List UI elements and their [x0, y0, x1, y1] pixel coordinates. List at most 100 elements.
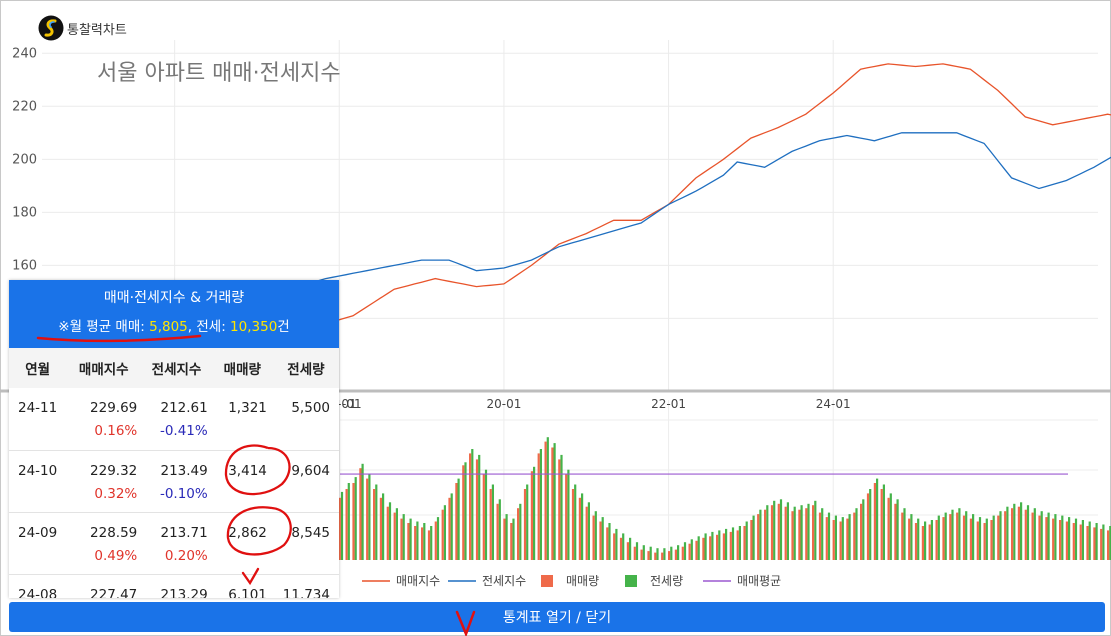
- bar-jeonse: [1033, 508, 1036, 560]
- col-header-month: 연월: [25, 362, 51, 378]
- subtitle-prefix: ※월 평균 매매:: [58, 319, 150, 335]
- bar-jeonse: [1081, 520, 1084, 560]
- bar-sale: [469, 453, 472, 560]
- row-jeonse-volume: 5,500: [291, 400, 330, 416]
- bar-jeonse: [457, 478, 460, 560]
- row-jeonse-volume: 11,734: [282, 586, 330, 599]
- bar-sale: [544, 441, 547, 560]
- bar-jeonse: [827, 512, 831, 560]
- bar-jeonse: [354, 477, 357, 560]
- bar-jeonse: [539, 449, 542, 560]
- bar-sale: [908, 518, 911, 560]
- bar-jeonse: [478, 454, 481, 560]
- bar-sale: [674, 549, 677, 560]
- bar-jeonse: [965, 511, 968, 560]
- bar-sale: [606, 527, 609, 560]
- bar-jeonse: [368, 474, 371, 560]
- y-tick-label: 240: [12, 46, 37, 61]
- row-sale-index: 227.47: [90, 586, 138, 599]
- bar-jeonse: [937, 515, 940, 560]
- y-tick-label: 180: [12, 205, 37, 220]
- bar-jeonse: [711, 531, 714, 560]
- bar-sale: [716, 534, 719, 560]
- bar-jeonse: [471, 449, 474, 560]
- bar-sale: [709, 536, 712, 560]
- bar-sale: [366, 478, 369, 560]
- row-jeonse-index: 212.61 -0.41%: [159, 400, 208, 439]
- bar-sale: [1052, 518, 1055, 560]
- bar-jeonse: [1074, 518, 1078, 560]
- bar-jeonse: [649, 546, 652, 560]
- bar-sale: [791, 511, 794, 560]
- bar-jeonse: [375, 484, 378, 560]
- bar-jeonse: [786, 502, 789, 560]
- stats-panel: 매매·전세지수 & 거래량 ※월 평균 매매: 5,805, 전세: 10,35…: [9, 280, 339, 598]
- row-sale-volume: 3,414: [228, 462, 267, 479]
- bar-jeonse: [718, 530, 721, 560]
- bar-jeonse: [1047, 512, 1050, 560]
- brand-name: 통찰력차트: [67, 22, 127, 38]
- bar-jeonse: [759, 509, 762, 560]
- y-tick-label: 220: [12, 99, 37, 114]
- stats-table: 연월 매매지수 전세지수 매매량 전세량 24-11 229.69 0.16% 2…: [9, 348, 339, 598]
- bar-sale: [455, 483, 458, 560]
- bar-jeonse: [533, 466, 536, 560]
- bar-jeonse: [978, 517, 982, 560]
- bar-sale: [777, 503, 780, 560]
- bar-sale: [997, 515, 1000, 560]
- bar-sale: [338, 497, 341, 560]
- bar-sale: [523, 489, 527, 560]
- bar-sale: [1093, 527, 1096, 560]
- bar-jeonse: [1068, 517, 1071, 560]
- bar-sale: [400, 518, 403, 560]
- bar-jeonse: [526, 484, 529, 560]
- legend-label: 매매량: [566, 574, 599, 588]
- bar-jeonse: [924, 521, 927, 560]
- bar-sale: [599, 521, 602, 560]
- bar-sale: [722, 533, 725, 560]
- bar-jeonse: [436, 517, 440, 560]
- legend-label: 전세량: [650, 574, 683, 588]
- bar-jeonse: [683, 542, 687, 560]
- bar-jeonse: [862, 499, 865, 560]
- bar-jeonse: [773, 500, 776, 560]
- bar-jeonse: [519, 503, 522, 560]
- row-month: 24-11: [18, 400, 58, 416]
- bar-sale: [901, 512, 904, 560]
- bar-sale: [647, 551, 650, 560]
- bar-sale: [571, 489, 575, 560]
- bar-jeonse: [999, 511, 1002, 560]
- brand-logo[interactable]: 통찰력차트: [38, 15, 127, 41]
- bar-sale: [1059, 520, 1062, 560]
- bar-sale: [873, 483, 876, 560]
- bar-sale: [969, 518, 972, 560]
- bar-jeonse: [635, 542, 639, 560]
- bar-jeonse: [498, 499, 501, 560]
- bar-sale: [757, 514, 760, 560]
- bar-jeonse: [1013, 503, 1016, 560]
- bar-sale: [585, 506, 588, 560]
- row-month: 24-08: [18, 586, 58, 599]
- bar-sale: [1004, 511, 1007, 560]
- bar-jeonse: [876, 478, 879, 560]
- legend-label: 매매평균: [737, 574, 781, 588]
- bar-sale: [393, 512, 396, 560]
- bar-jeonse: [560, 454, 563, 560]
- bar-jeonse: [841, 517, 844, 560]
- bar-sale: [921, 526, 924, 560]
- bar-sale: [427, 530, 431, 560]
- bar-sale: [661, 552, 664, 560]
- row-jeonse-index: 213.71 0.20%: [160, 524, 208, 564]
- row-sale-index: 229.69 0.16%: [90, 400, 138, 439]
- bar-sale: [983, 523, 986, 560]
- bar-sale: [462, 465, 465, 560]
- toggle-stats-button[interactable]: 통계표 열기 / 닫기: [9, 602, 1105, 632]
- bar-sale: [1045, 517, 1048, 560]
- bar-jeonse: [629, 537, 632, 560]
- bar-jeonse: [382, 493, 385, 560]
- bar-sale: [565, 474, 568, 560]
- bar-sale: [510, 523, 513, 560]
- y-tick-label: 160: [12, 258, 37, 273]
- bar-jeonse: [821, 508, 824, 560]
- bar-jeonse: [958, 508, 961, 560]
